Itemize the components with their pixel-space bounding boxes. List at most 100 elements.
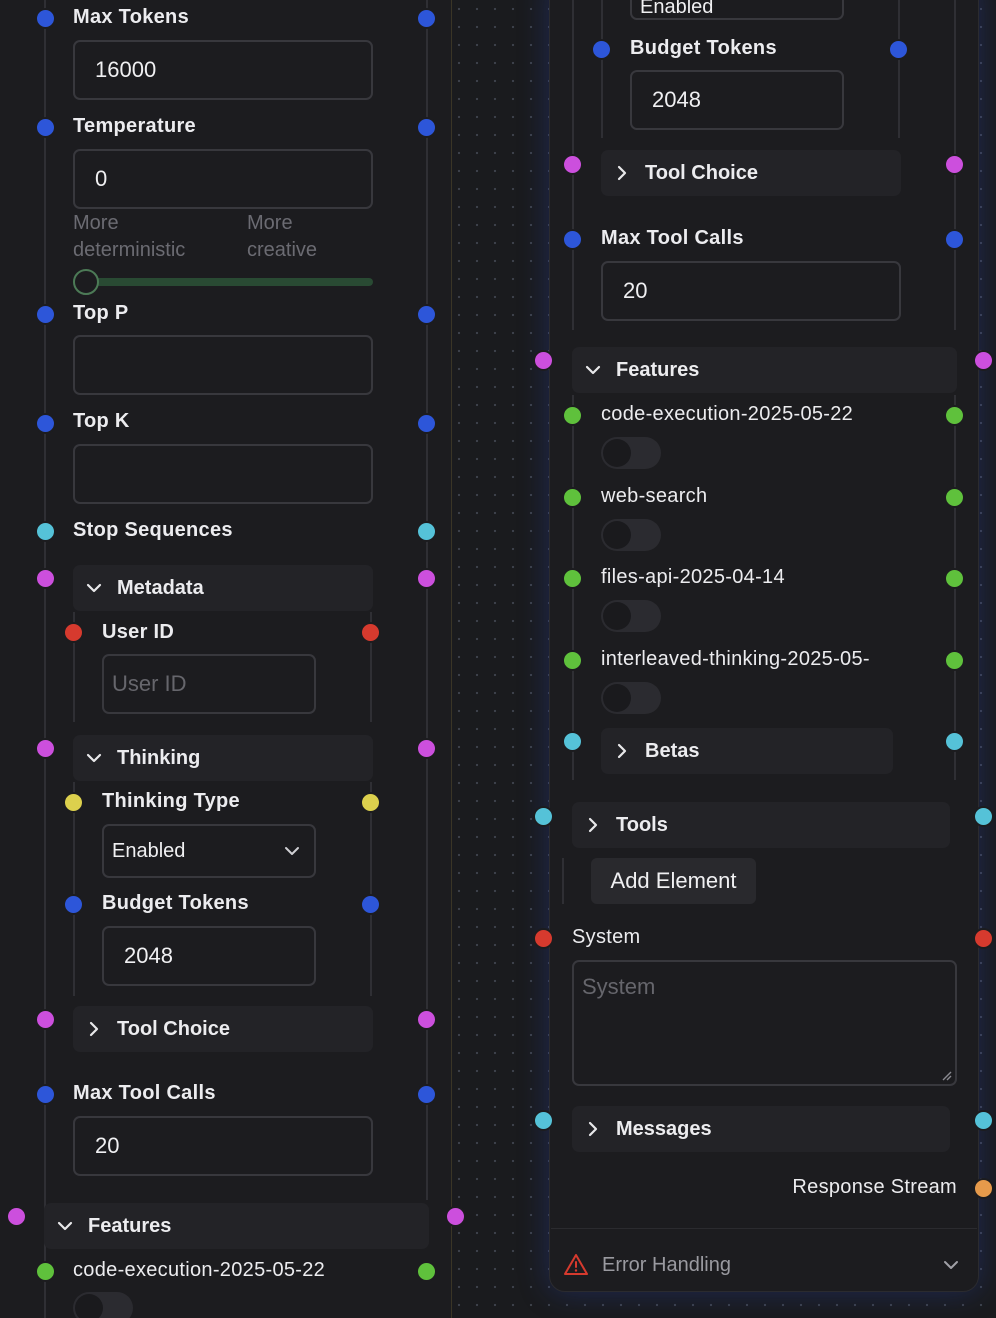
budget-tokens-output-handle[interactable] (360, 894, 381, 915)
tool-choice-output-handle[interactable] (416, 1009, 437, 1030)
feature-files-api-toggle[interactable] (601, 600, 661, 632)
max-tool-calls-label: Max Tool Calls (73, 1082, 216, 1104)
user-id-input-handle[interactable] (63, 622, 84, 643)
top-k-input-handle[interactable] (35, 413, 56, 434)
max-tool-calls-output-handle[interactable] (944, 229, 965, 250)
thinking-section-header[interactable]: Thinking (73, 735, 373, 781)
messages-output-handle[interactable] (973, 1110, 994, 1131)
temperature-hint-high: More creative (247, 212, 318, 261)
betas-section-header[interactable]: Betas (601, 728, 893, 774)
max-tokens-input-handle[interactable] (35, 8, 56, 29)
budget-tokens-label: Budget Tokens (102, 892, 249, 914)
top-p-label: Top P (73, 302, 129, 324)
temperature-slider-thumb[interactable] (73, 269, 99, 295)
system-output-handle[interactable] (973, 928, 994, 949)
response-stream-output-handle[interactable] (973, 1178, 994, 1199)
metadata-section-header[interactable]: Metadata (73, 565, 373, 611)
tool-choice-section-header[interactable]: Tool Choice (601, 150, 901, 196)
temperature-input-handle[interactable] (35, 117, 56, 138)
feature-code-execution-toggle[interactable] (601, 437, 661, 469)
thinking-type-output-handle[interactable] (360, 792, 381, 813)
tools-input-handle[interactable] (533, 806, 554, 827)
betas-input-handle[interactable] (562, 731, 583, 752)
feature-code-execution-label: code-execution-2025-05-22 (601, 403, 854, 425)
feature-code-execution-output-handle[interactable] (944, 405, 965, 426)
thinking-type-select[interactable]: Enabled (102, 824, 316, 878)
response-stream-label: Response Stream (792, 1176, 957, 1198)
max-tool-calls-input-handle[interactable] (35, 1084, 56, 1105)
top-k-label: Top K (73, 410, 130, 432)
features-section-title: Features (88, 1214, 172, 1237)
features-section-header[interactable]: Features (44, 1203, 429, 1249)
metadata-output-handle[interactable] (416, 568, 437, 589)
system-textarea[interactable]: System (572, 960, 957, 1086)
top-k-input[interactable] (73, 444, 373, 504)
messages-section-title: Messages (616, 1117, 712, 1140)
max-tool-calls-output-handle[interactable] (416, 1084, 437, 1105)
tool-choice-input-handle[interactable] (562, 154, 583, 175)
feature-files-api-label: files-api-2025-04-14 (601, 566, 785, 588)
budget-tokens-input-handle[interactable] (63, 894, 84, 915)
budget-tokens-input[interactable]: 2048 (630, 70, 844, 130)
temperature-slider-track[interactable] (75, 278, 373, 286)
thinking-output-handle[interactable] (416, 738, 437, 759)
max-tokens-input[interactable]: 16000 (73, 40, 373, 100)
betas-output-handle[interactable] (944, 731, 965, 752)
thinking-section-title: Thinking (117, 746, 201, 769)
max-tool-calls-input[interactable]: 20 (601, 261, 901, 321)
feature-files-api-input-handle[interactable] (562, 568, 583, 589)
features-section-header[interactable]: Features (572, 347, 957, 393)
feature-code-execution-toggle[interactable] (73, 1292, 133, 1318)
error-handling-label: Error Handling (602, 1253, 731, 1276)
top-p-output-handle[interactable] (416, 304, 437, 325)
thinking-type-input-handle[interactable] (63, 792, 84, 813)
top-p-input-handle[interactable] (35, 304, 56, 325)
feature-interleaved-thinking-output-handle[interactable] (944, 650, 965, 671)
messages-section-header[interactable]: Messages (572, 1106, 950, 1152)
feature-files-api-output-handle[interactable] (944, 568, 965, 589)
tools-section-header[interactable]: Tools (572, 802, 950, 848)
thinking-input-handle[interactable] (35, 738, 56, 759)
temperature-output-handle[interactable] (416, 117, 437, 138)
feature-interleaved-thinking-input-handle[interactable] (562, 650, 583, 671)
max-tool-calls-input-handle[interactable] (562, 229, 583, 250)
user-id-output-handle[interactable] (360, 622, 381, 643)
features-output-handle[interactable] (973, 350, 994, 371)
resize-handle-icon[interactable] (940, 1069, 952, 1081)
budget-tokens-output-handle[interactable] (888, 39, 909, 60)
feature-code-execution-input-handle[interactable] (35, 1261, 56, 1282)
top-k-output-handle[interactable] (416, 413, 437, 434)
feature-web-search-toggle[interactable] (601, 519, 661, 551)
temperature-hint-low: More deterministic (73, 212, 186, 261)
add-element-button[interactable]: Add Element (591, 858, 756, 904)
max-tool-calls-input[interactable]: 20 (73, 1116, 373, 1176)
system-input-handle[interactable] (533, 928, 554, 949)
metadata-input-handle[interactable] (35, 568, 56, 589)
chevron-down-icon (85, 749, 103, 767)
budget-tokens-input[interactable]: 2048 (102, 926, 316, 986)
feature-code-execution-input-handle[interactable] (562, 405, 583, 426)
budget-tokens-input-handle[interactable] (591, 39, 612, 60)
features-input-handle[interactable] (6, 1206, 27, 1227)
messages-input-handle[interactable] (533, 1110, 554, 1131)
feature-web-search-output-handle[interactable] (944, 487, 965, 508)
tool-choice-input-handle[interactable] (35, 1009, 56, 1030)
feature-web-search-input-handle[interactable] (562, 487, 583, 508)
feature-interleaved-thinking-toggle[interactable] (601, 682, 661, 714)
max-tokens-output-handle[interactable] (416, 8, 437, 29)
stop-sequences-output-handle[interactable] (416, 521, 437, 542)
features-input-handle[interactable] (533, 350, 554, 371)
stop-sequences-input-handle[interactable] (35, 521, 56, 542)
features-output-handle[interactable] (445, 1206, 466, 1227)
tool-choice-output-handle[interactable] (944, 154, 965, 175)
temperature-input[interactable]: 0 (73, 149, 373, 209)
top-p-input[interactable] (73, 335, 373, 395)
user-id-input[interactable]: User ID (102, 654, 316, 714)
chevron-down-icon (284, 846, 300, 856)
tools-output-handle[interactable] (973, 806, 994, 827)
error-handling-header[interactable]: Error Handling (563, 1243, 963, 1287)
feature-code-execution-output-handle[interactable] (416, 1261, 437, 1282)
max-tool-calls-label: Max Tool Calls (601, 227, 744, 249)
tool-choice-section-header[interactable]: Tool Choice (73, 1006, 373, 1052)
thinking-type-select[interactable]: Enabled (630, 0, 844, 20)
